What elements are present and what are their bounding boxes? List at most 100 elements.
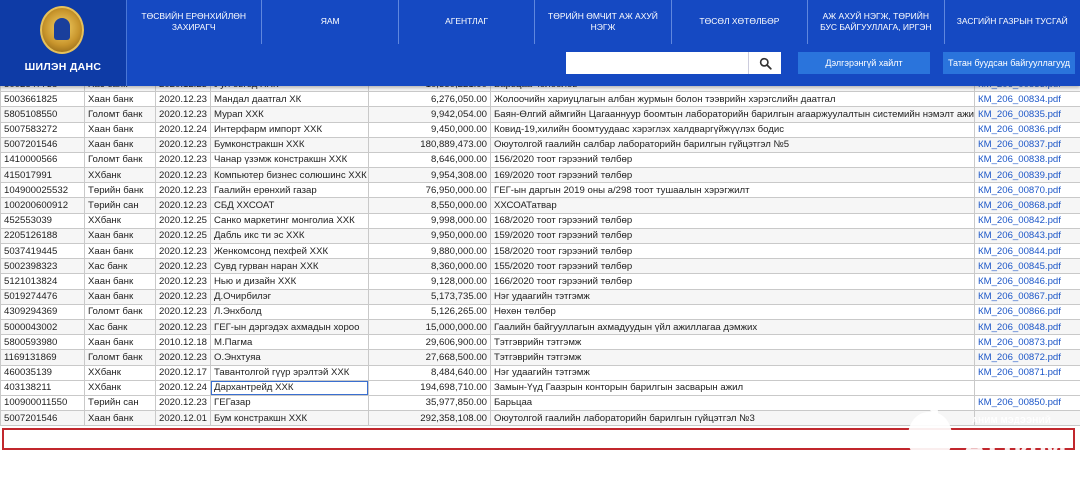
table-row: 403138211 ХХбанк 2020.12.24 Дархантрейд ХХК… (0, 379, 1080, 396)
cell-account-number: 5121013824 (0, 273, 85, 290)
table-row: 5800593980 Хаан банк 2010.12.18 М.Пагма 29,6… (0, 334, 1080, 351)
search-icon (759, 57, 772, 70)
cell-description: Нэг удаагийн тэтгэмж (490, 288, 975, 305)
nav-government-special[interactable]: ЗАСГИЙН ГАЗРЫН ТУСГАЙ (945, 0, 1080, 44)
cell-date: 2020.12.23 (155, 106, 211, 123)
cell-description: Ковид-19,хилийн боомтуудаас хэрэглэх хал… (490, 121, 975, 138)
cell-description: 155/2020 тоот гэрээний төлбөр (490, 258, 975, 275)
cell-account-number: 5007201546 (0, 136, 85, 153)
cell-amount: 6,276,050.00 (368, 91, 491, 108)
cell-bank: Голомт банк (84, 151, 156, 169)
cell-description: Гаалийн байгууллагын ахмадуудын үйл ажил… (490, 318, 975, 336)
cell-document-link[interactable]: КМ_206_00834.pdf (974, 91, 1080, 108)
cell-account-number: 100900011550 (0, 394, 85, 412)
cell-payee: Л.Энхболд (210, 303, 369, 320)
table-row: 5007201546 Хаан банк 2020.12.01 Бум констра… (0, 410, 1080, 427)
nav-projects-programs[interactable]: ТӨСӨЛ ХӨТӨЛБӨР (672, 0, 809, 44)
cell-description: 168/2020 тоот гэрээний төлбөр (490, 212, 975, 229)
cell-document-link[interactable]: КМ_206_00838.pdf (974, 151, 1080, 169)
cell-account-number: 5019274476 (0, 288, 85, 305)
cell-document-link[interactable]: КМ_206_00871.pdf (974, 364, 1080, 381)
cell-payee: Д.Очирбилэг (210, 288, 369, 305)
cell-bank: Голомт банк (84, 349, 156, 366)
table-row: 460035139 ХХбанк 2020.12.17 Тавантолгой гүү… (0, 364, 1080, 381)
cell-document-link[interactable]: КМ_206_00835.pdf (974, 106, 1080, 123)
cell-document-link[interactable]: КМ_206_00846.pdf (974, 273, 1080, 290)
cell-description: 159/2020 тоот гэрээний төлбөр (490, 227, 975, 245)
cell-bank: Хаан банк (84, 136, 156, 153)
cell-account-number: 5800593980 (0, 334, 85, 351)
cell-description: Тэтгэврийн тэтгэмж (490, 334, 975, 351)
table-row: 5037419445 Хаан банк 2020.12.23 Женкомсонд … (0, 242, 1080, 260)
cell-document-link[interactable] (974, 410, 1080, 427)
cell-document-link[interactable]: КМ_206_00837.pdf (974, 136, 1080, 153)
cell-bank: ХХбанк (84, 379, 156, 396)
cell-description: ХХСОАТатвар (490, 197, 975, 214)
cell-amount: 35,977,850.00 (368, 394, 491, 412)
cell-amount: 8,550,000.00 (368, 197, 491, 214)
cell-amount: 9,950,000.00 (368, 227, 491, 245)
cell-amount: 180,889,473.00 (368, 136, 491, 153)
cell-date: 2020.12.23 (155, 182, 211, 199)
cell-bank: Хаан банк (84, 273, 156, 290)
nav-budget-governors[interactable]: ТӨСВИЙН ЕРӨНХИЙЛӨН ЗАХИРАГЧ (126, 0, 263, 44)
nav-ministries[interactable]: ЯАМ (262, 0, 399, 44)
cell-bank: Хаан банк (84, 121, 156, 138)
cell-account-number: 100200600912 (0, 197, 85, 214)
cell-description: Жолоочийн хариуцлагын албан журмын болон… (490, 91, 975, 108)
cell-amount: 15,000,000.00 (368, 318, 491, 336)
site-header: ШИЛЭН ДАНС ТӨСВИЙН ЕРӨНХИЙЛӨН ЗАХИРАГЧ Я… (0, 0, 1080, 86)
cell-amount: 5,173,735.00 (368, 288, 491, 305)
cell-account-number: 5037419445 (0, 242, 85, 260)
cell-payee: ГЕГазар (210, 394, 369, 412)
table-row: 100200600912 Төрийн сан 2020.12.23 СБД ХХСО… (0, 197, 1080, 214)
cell-document-link[interactable]: КМ_206_00868.pdf (974, 197, 1080, 214)
advanced-search-button[interactable]: Дэлгэрэнгүй хайлт (798, 52, 930, 74)
cell-date: 2020.12.24 (155, 121, 211, 138)
cell-payee: Дабль икс ти эс ХХК (210, 227, 369, 245)
cell-account-number: 460035139 (0, 364, 85, 381)
nav-agencies[interactable]: АГЕНТЛАГ (399, 0, 536, 44)
cell-document-link[interactable]: КМ_206_00873.pdf (974, 334, 1080, 351)
cell-bank: ХХбанк (84, 212, 156, 229)
cell-document-link[interactable]: КМ_206_00845.pdf (974, 258, 1080, 275)
cell-document-link[interactable]: КМ_206_00872.pdf (974, 349, 1080, 366)
search-input[interactable] (566, 52, 748, 74)
cell-document-link[interactable] (974, 379, 1080, 396)
cell-bank: Төрийн банк (84, 182, 156, 199)
cell-document-link[interactable]: КМ_206_00870.pdf (974, 182, 1080, 199)
cell-document-link[interactable]: КМ_206_00866.pdf (974, 303, 1080, 320)
cell-bank: ХХбанк (84, 364, 156, 381)
cell-description: 156/2020 тоот гэрээний төлбөр (490, 151, 975, 169)
table-row: 5007201546 Хаан банк 2020.12.23 Бумконстрак… (0, 136, 1080, 153)
cell-account-number: 5003661825 (0, 91, 85, 108)
search-button[interactable] (748, 52, 781, 74)
cell-document-link[interactable]: КМ_206_00850.pdf (974, 394, 1080, 412)
cell-payee: Нью и дизайн ХХК (210, 273, 369, 290)
cell-account-number: 5007583272 (0, 121, 85, 138)
cell-payee: Мурап ХХК (210, 106, 369, 123)
cell-account-number: 1410000566 (0, 151, 85, 169)
cell-document-link[interactable]: КМ_206_00842.pdf (974, 212, 1080, 229)
cell-amount: 8,360,000.00 (368, 258, 491, 275)
liquidated-orgs-button[interactable]: Татан буудсан байгууллагууд (943, 52, 1075, 74)
nav-business-ngo-citizens[interactable]: АЖ АХУЙ НЭГЖ, ТӨРИЙН БУС БАЙГУУЛЛАГА, ИР… (808, 0, 945, 44)
cell-payee: Тавантолгой гүүр эрэлтэй ХХК (210, 364, 369, 381)
cell-document-link[interactable]: КМ_206_00836.pdf (974, 121, 1080, 138)
nav-state-owned-enterprises[interactable]: ТӨРИЙН ӨМЧИТ АЖ АХУЙ НЭГЖ (535, 0, 672, 44)
table-row: 5121013824 Хаан банк 2020.12.23 Нью и дизай… (0, 273, 1080, 290)
site-logo[interactable]: ШИЛЭН ДАНС (0, 0, 127, 86)
main-nav: ТӨСВИЙН ЕРӨНХИЙЛӨН ЗАХИРАГЧ ЯАМ АГЕНТЛАГ… (126, 0, 1080, 44)
cell-amount: 9,128,000.00 (368, 273, 491, 290)
table-row: 2205126188 Хаан банк 2020.12.25 Дабль икс т… (0, 227, 1080, 245)
cell-document-link[interactable]: КМ_206_00867.pdf (974, 288, 1080, 305)
logo-text: ШИЛЭН ДАНС (24, 61, 102, 73)
table-row: 5007583272 Хаан банк 2020.12.24 Интерфарм и… (0, 121, 1080, 138)
cell-document-link[interactable]: КМ_206_00848.pdf (974, 318, 1080, 336)
cell-document-link[interactable]: КМ_206_00844.pdf (974, 242, 1080, 260)
cell-document-link[interactable]: КМ_206_00839.pdf (974, 167, 1080, 184)
cell-amount: 8,484,640.00 (368, 364, 491, 381)
state-emblem-icon (40, 6, 84, 54)
cell-bank: Голомт банк (84, 106, 156, 123)
cell-document-link[interactable]: КМ_206_00843.pdf (974, 227, 1080, 245)
